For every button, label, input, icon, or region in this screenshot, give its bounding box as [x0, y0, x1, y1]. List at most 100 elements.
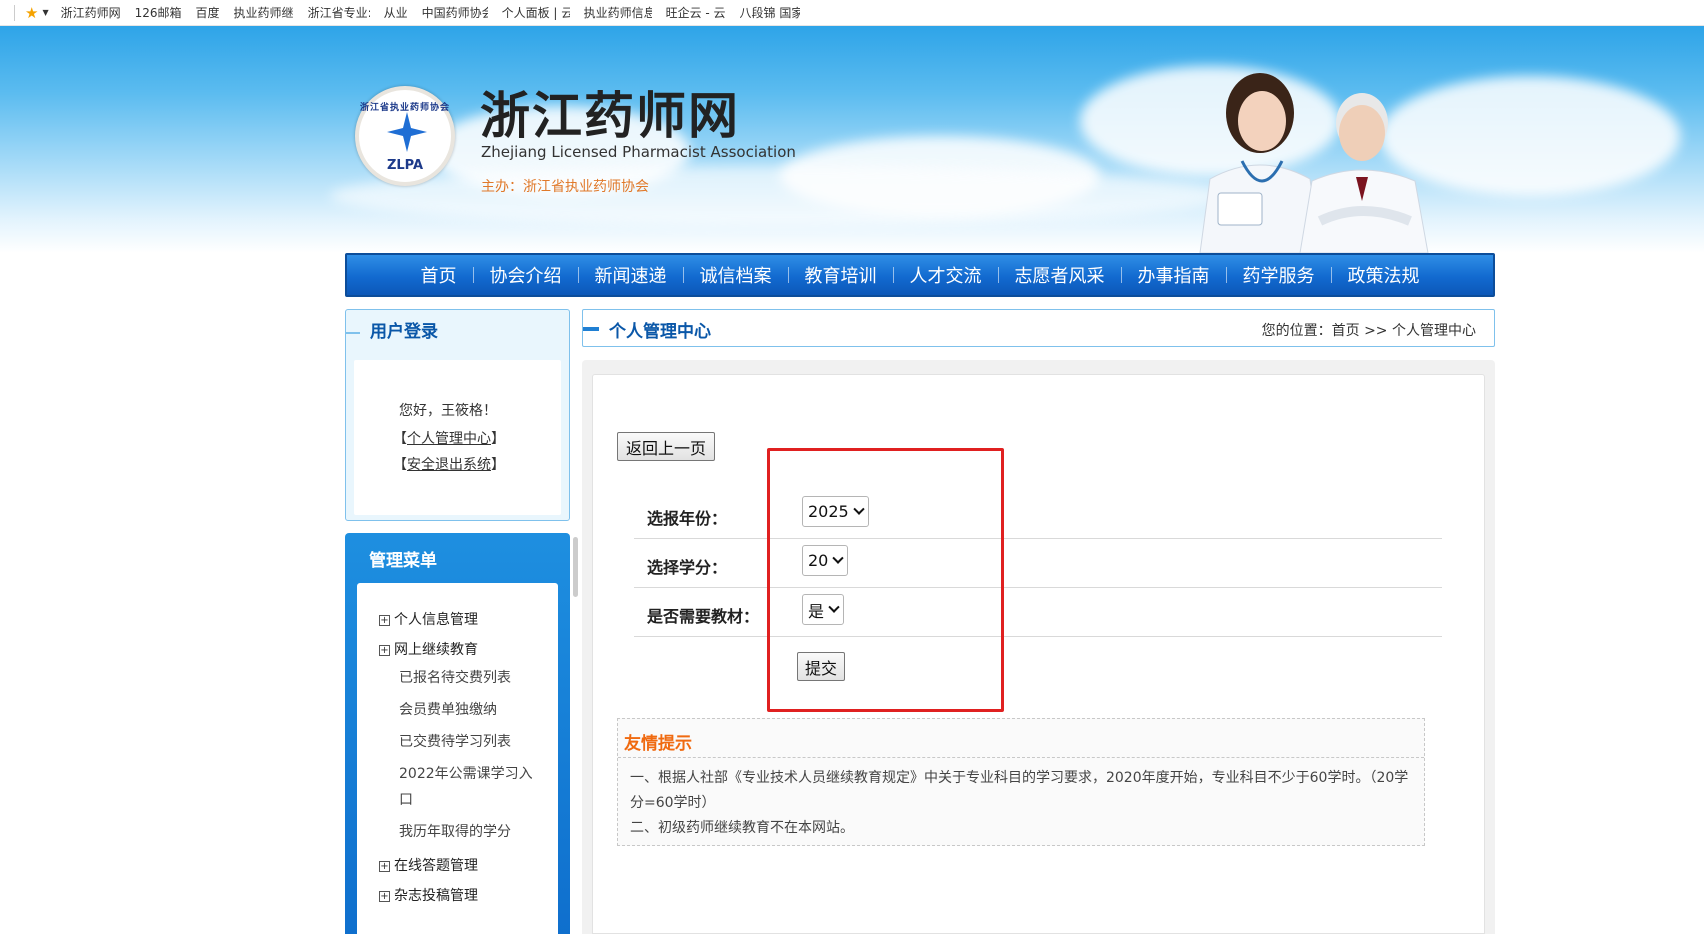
bookmark-item[interactable]: 个人面板 | 云	[502, 4, 570, 21]
personal-center-row: 【个人管理中心】	[393, 428, 505, 448]
credit-label: 选择学分：	[647, 558, 728, 577]
menu-label: 网上继续教育	[394, 642, 478, 658]
year-select-value: 2025	[808, 502, 849, 521]
back-button[interactable]: 返回上一页	[617, 432, 716, 461]
bookmarks-bar: ★ ▼ 浙江药师网 126邮箱 百度 执业药师继 浙江省专业: 从业 中国药师协…	[0, 0, 1704, 26]
bookmark-item[interactable]: 中国药师协会	[422, 4, 488, 21]
star-icon[interactable]: ★	[25, 4, 38, 22]
nav-news[interactable]: 新闻速递	[579, 262, 683, 288]
menu-item-my-credits[interactable]: 我历年取得的学分	[399, 819, 544, 845]
menu-group-online-education[interactable]: + 网上继续教育	[379, 639, 478, 659]
credit-select[interactable]: 20	[802, 545, 849, 576]
material-row: 是否需要教材： 是	[634, 588, 1442, 637]
bookmark-item[interactable]: 126邮箱	[135, 4, 182, 21]
tips-box: 友情提示 一、根据人社部《专业技术人员继续教育规定》中关于专业科目的学习要求，2…	[617, 718, 1425, 846]
year-label: 选报年份：	[647, 509, 728, 528]
bracket: 】	[491, 457, 505, 473]
tips-line: 二、初级药师继续教育不在本网站。	[630, 820, 854, 836]
user-login-panel: 用户登录 您好，王筱格！ 【个人管理中心】 【安全退出系统】	[345, 309, 570, 521]
credit-select-value: 20	[808, 551, 829, 570]
menu-label: 个人信息管理	[394, 612, 478, 628]
doctors-illustration	[1199, 73, 1429, 253]
material-select-value: 是	[808, 601, 825, 621]
title-marker	[583, 327, 599, 331]
bookmark-item[interactable]: 浙江省专业:	[308, 4, 370, 21]
nav-integrity[interactable]: 诚信档案	[684, 262, 788, 288]
nav-talent[interactable]: 人才交流	[894, 262, 998, 288]
page-header-bar: 个人管理中心 您的位置：首页 >> 个人管理中心	[582, 309, 1495, 347]
plus-box-icon: +	[379, 891, 390, 902]
menu-label: 在线答题管理	[394, 858, 478, 874]
main-content-inner	[592, 374, 1485, 934]
plus-box-icon: +	[379, 861, 390, 872]
site-banner: 浙江省执业药师协会 ZLPA 浙江药师网 Zhejiang Licensed P…	[0, 26, 1704, 253]
logout-row: 【安全退出系统】	[393, 454, 505, 474]
logo-abbr: ZLPA	[386, 158, 424, 173]
menu-group-online-quiz[interactable]: + 在线答题管理	[379, 855, 478, 875]
material-select[interactable]: 是	[802, 594, 845, 625]
cloud-decoration	[330, 166, 1230, 226]
login-title: 用户登录	[346, 310, 569, 348]
year-select[interactable]: 2025	[802, 496, 869, 527]
menu-item-paid-pending-study[interactable]: 已交费待学习列表	[399, 729, 544, 755]
nav-guide[interactable]: 办事指南	[1122, 262, 1226, 288]
breadcrumb-home-link[interactable]: 首页	[1332, 323, 1360, 339]
plus-box-icon: +	[379, 615, 390, 626]
nav-home[interactable]: 首页	[405, 262, 473, 288]
menu-item-pending-payment[interactable]: 已报名待交费列表	[399, 665, 544, 691]
bookmark-item[interactable]: 执业药师信息	[584, 4, 652, 21]
breadcrumb-label: 您的位置：	[1261, 323, 1332, 339]
chevron-down-icon	[853, 503, 865, 515]
nav-education[interactable]: 教育培训	[789, 262, 893, 288]
plus-box-icon: +	[379, 645, 390, 656]
menu-title: 管理菜单	[369, 550, 437, 571]
bookmark-item[interactable]: 百度	[196, 4, 220, 21]
bookmark-item[interactable]: 浙江药师网	[61, 4, 121, 21]
bookmark-item[interactable]: 旺企云 - 云	[666, 4, 726, 21]
bookmark-item[interactable]: 八段锦 国家	[740, 4, 800, 21]
bookmarks-divider	[14, 4, 15, 21]
credit-row: 选择学分： 20	[634, 539, 1442, 588]
menu-label: 杂志投稿管理	[394, 888, 478, 904]
zlpa-logo[interactable]: 浙江省执业药师协会 ZLPA	[355, 86, 455, 186]
submit-button[interactable]: 提交	[797, 652, 846, 681]
breadcrumb-current: 个人管理中心	[1392, 323, 1476, 339]
year-row: 选报年份： 2025	[634, 490, 1442, 539]
breadcrumb-separator: >>	[1359, 323, 1392, 339]
nav-policy[interactable]: 政策法规	[1332, 262, 1436, 288]
breadcrumb: 您的位置：首页 >> 个人管理中心	[1262, 320, 1476, 340]
management-menu: 管理菜单 + 个人信息管理 + 网上继续教育 已报名待交费列表 会员费单独缴纳 已交…	[345, 533, 570, 934]
scrollbar-handle[interactable]	[573, 537, 578, 597]
menu-item-membership-fee[interactable]: 会员费单独缴纳	[399, 697, 544, 723]
menu-group-personal-info[interactable]: + 个人信息管理	[379, 609, 478, 629]
site-subtitle: Zhejiang Licensed Pharmacist Association	[481, 143, 796, 161]
login-content: 您好，王筱格！ 【个人管理中心】 【安全退出系统】	[354, 360, 561, 515]
bookmark-item[interactable]: 从业	[384, 4, 408, 21]
nav-pharmacy-service[interactable]: 药学服务	[1227, 262, 1331, 288]
nav-volunteer[interactable]: 志愿者风采	[999, 262, 1121, 288]
site-host: 主办：浙江省执业药师协会	[481, 179, 649, 195]
site-title: 浙江药师网	[480, 86, 740, 145]
main-nav: 首页 协会介绍 新闻速递 诚信档案 教育培训 人才交流 志愿者风采 办事指南 药…	[345, 253, 1495, 297]
tips-title: 友情提示	[618, 719, 1424, 758]
chevron-down-icon	[832, 552, 845, 564]
page-title: 个人管理中心	[609, 322, 711, 342]
menu-group-journal-submission[interactable]: + 杂志投稿管理	[379, 885, 478, 905]
material-label: 是否需要教材：	[647, 607, 760, 626]
main-content-panel	[582, 360, 1495, 934]
chevron-down-icon	[828, 601, 840, 613]
star-icon	[387, 112, 427, 152]
menu-list: + 个人信息管理 + 网上继续教育 已报名待交费列表 会员费单独缴纳 已交费待学习列…	[357, 583, 558, 934]
menu-item-2022-course-entry[interactable]: 2022年公需课学习入口	[399, 761, 544, 813]
bracket: 【	[393, 431, 407, 447]
personal-center-link[interactable]: 个人管理中心	[407, 431, 491, 447]
bookmark-item[interactable]: 执业药师继	[234, 4, 294, 21]
tips-body: 一、根据人社部《专业技术人员继续教育规定》中关于专业科目的学习要求，2020年度…	[618, 758, 1424, 841]
nav-about[interactable]: 协会介绍	[474, 262, 578, 288]
tips-line: 一、根据人社部《专业技术人员继续教育规定》中关于专业科目的学习要求，2020年度…	[630, 770, 1409, 811]
bracket: 【	[393, 457, 407, 473]
user-greeting: 您好，王筱格！	[399, 403, 497, 419]
logout-link[interactable]: 安全退出系统	[407, 457, 491, 473]
chevron-down-icon[interactable]: ▼	[42, 8, 48, 17]
bracket: 】	[491, 431, 505, 447]
